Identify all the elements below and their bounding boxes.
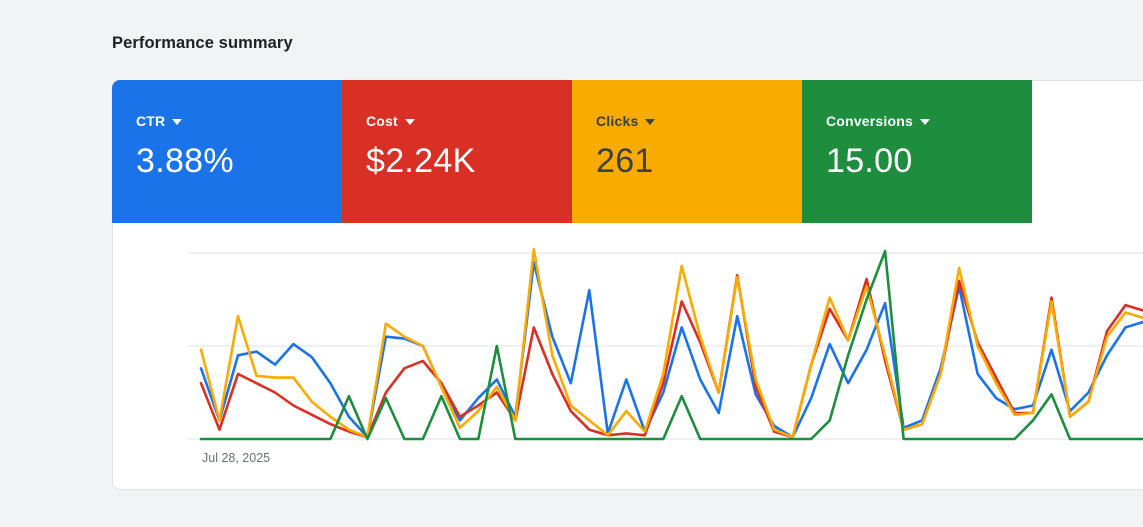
chevron-down-icon	[405, 119, 415, 125]
metric-chip-clicks[interactable]: Clicks 261	[572, 80, 802, 223]
page-title: Performance summary	[112, 34, 293, 53]
metric-chip-label: Cost	[366, 113, 398, 129]
metric-chip-cost[interactable]: Cost $2.24K	[342, 80, 572, 223]
chevron-down-icon	[920, 119, 930, 125]
metric-chip-label: Conversions	[826, 113, 913, 129]
metric-chip-conversions[interactable]: Conversions 15.00	[802, 80, 1032, 223]
chevron-down-icon	[645, 119, 655, 125]
performance-line-chart	[113, 246, 1143, 446]
performance-summary-card: CTR 3.88% Cost $2.24K Clicks 261 Convers…	[112, 80, 1143, 490]
metric-chip-value: 261	[596, 142, 802, 181]
metric-chip-value: 15.00	[826, 142, 1032, 181]
metric-chip-label: Clicks	[596, 113, 638, 129]
metric-chip-label: CTR	[136, 113, 165, 129]
metric-chip-value: 3.88%	[136, 142, 342, 181]
metric-chips-row: CTR 3.88% Cost $2.24K Clicks 261 Convers…	[112, 80, 1032, 223]
x-axis-date-label: Jul 28, 2025	[202, 451, 270, 465]
metric-chip-ctr[interactable]: CTR 3.88%	[112, 80, 342, 223]
metric-chip-value: $2.24K	[366, 142, 572, 181]
chevron-down-icon	[172, 119, 182, 125]
